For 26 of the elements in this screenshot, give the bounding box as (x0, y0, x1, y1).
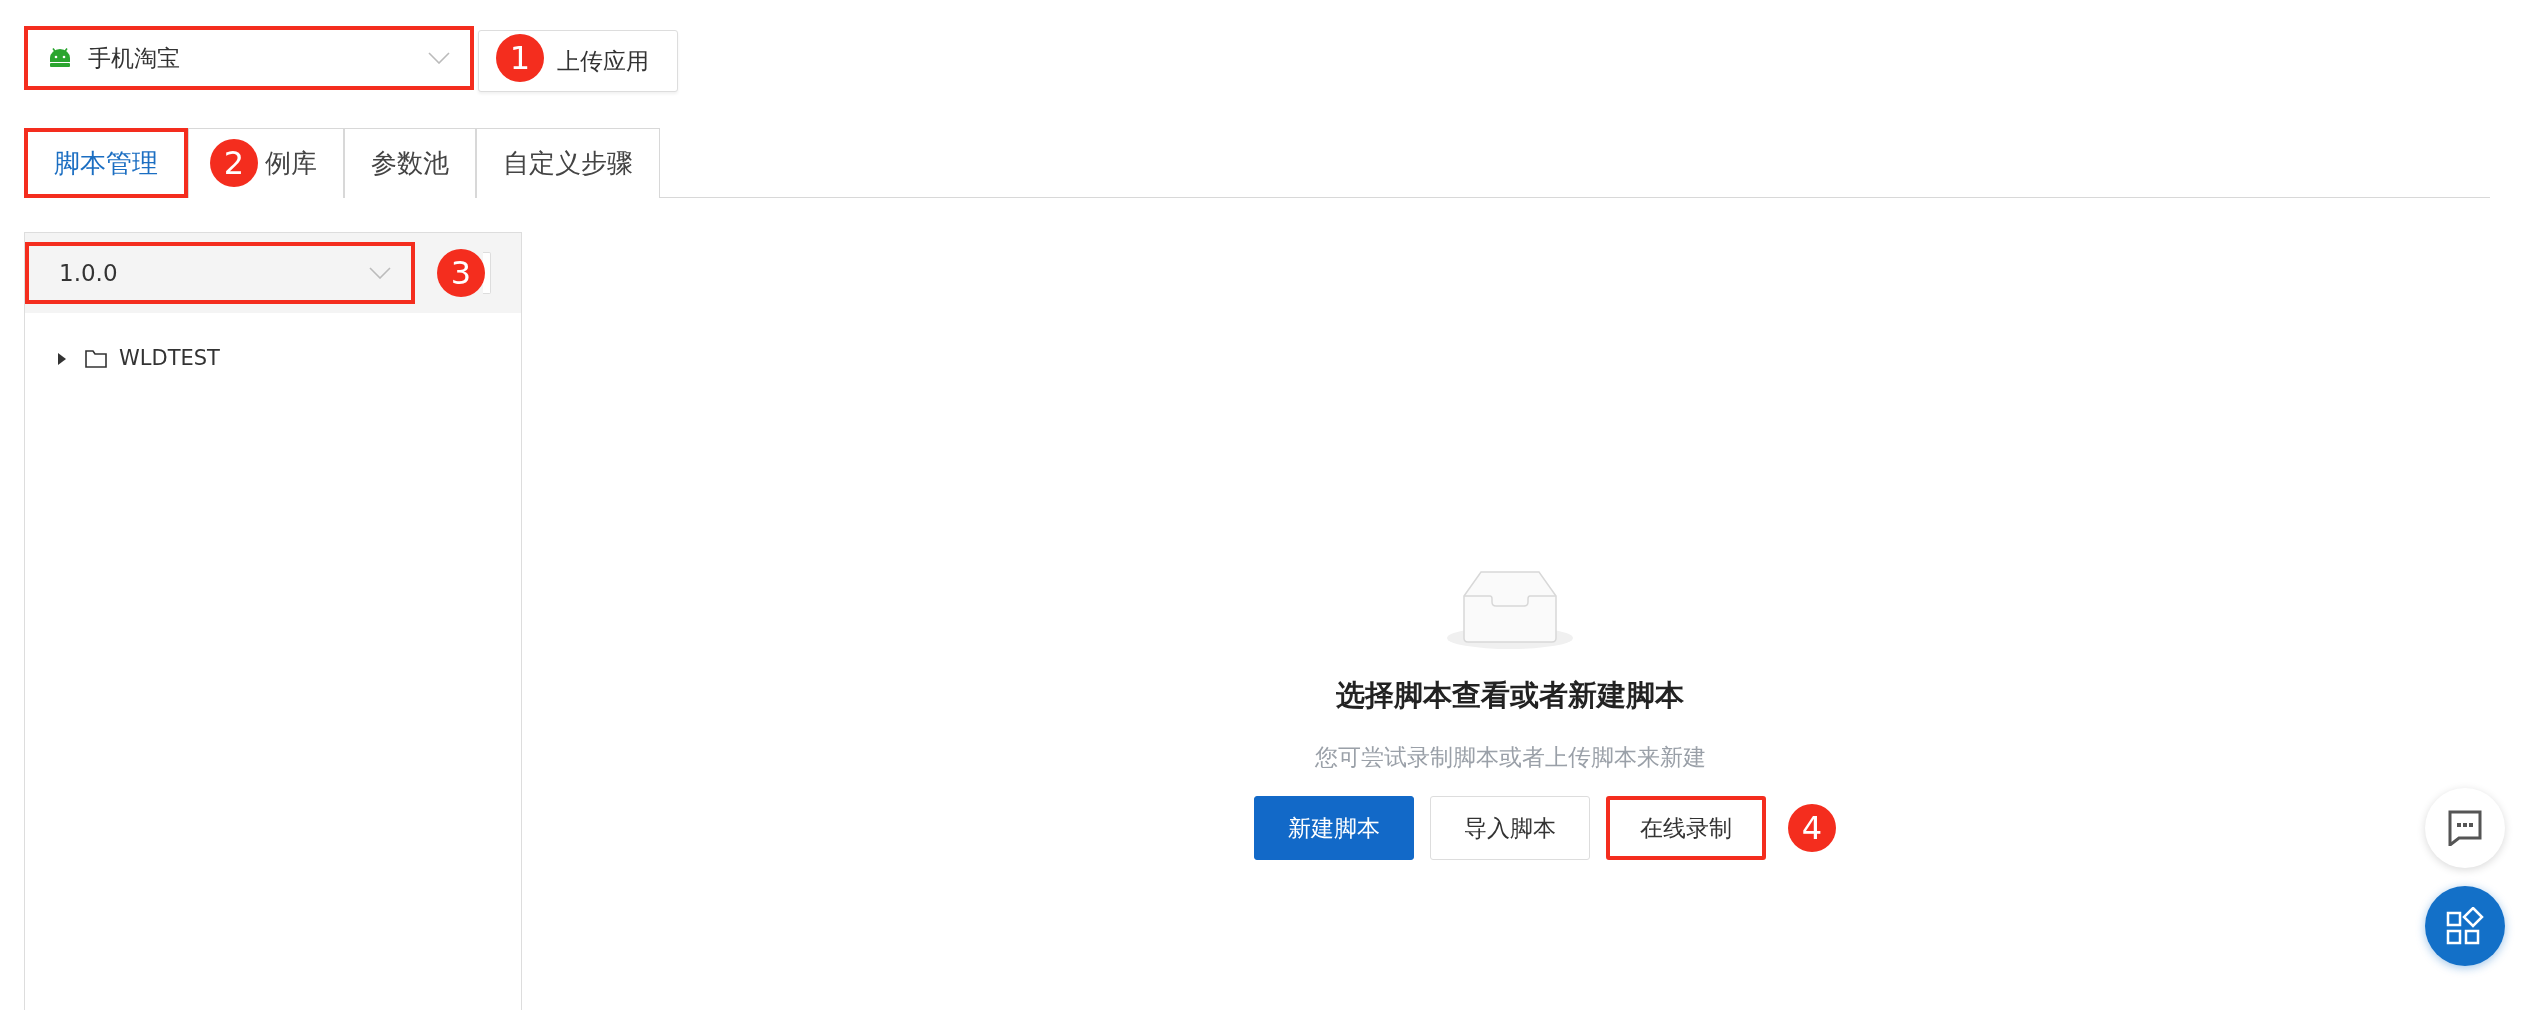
apps-icon (2446, 907, 2484, 945)
action-button[interactable]: 导入脚本 (1430, 796, 1590, 860)
tab[interactable]: 参数池 (344, 128, 476, 198)
app-name: 手机淘宝 (88, 43, 180, 73)
empty-subtitle: 您可尝试录制脚本或者上传脚本来新建 (1314, 742, 1706, 772)
apps-button[interactable] (2425, 886, 2505, 966)
caret-right-icon[interactable] (57, 352, 67, 365)
callout-marker: 4 (1788, 804, 1836, 852)
tab[interactable]: 脚本管理 (24, 128, 188, 198)
small-button[interactable] (483, 252, 491, 294)
empty-title: 选择脚本查看或者新建脚本 (1336, 677, 1684, 714)
callout-marker: 3 (437, 249, 485, 297)
chevron-down-icon (428, 52, 450, 64)
empty-inbox-icon (1446, 568, 1574, 650)
chat-icon (2448, 810, 2482, 846)
chevron-down-icon (369, 267, 391, 279)
action-button[interactable]: 新建脚本 (1254, 796, 1414, 860)
action-button[interactable]: 在线录制 (1606, 796, 1766, 860)
version-value: 1.0.0 (59, 258, 118, 288)
android-icon (48, 48, 72, 68)
folder-icon (85, 349, 107, 368)
tree-item[interactable]: WLDTEST (119, 343, 220, 375)
app-select[interactable]: 手机淘宝 (24, 26, 474, 90)
chat-button[interactable] (2425, 788, 2505, 868)
tab[interactable]: 自定义步骤 (476, 128, 660, 198)
version-select[interactable]: 1.0.0 (25, 242, 415, 304)
